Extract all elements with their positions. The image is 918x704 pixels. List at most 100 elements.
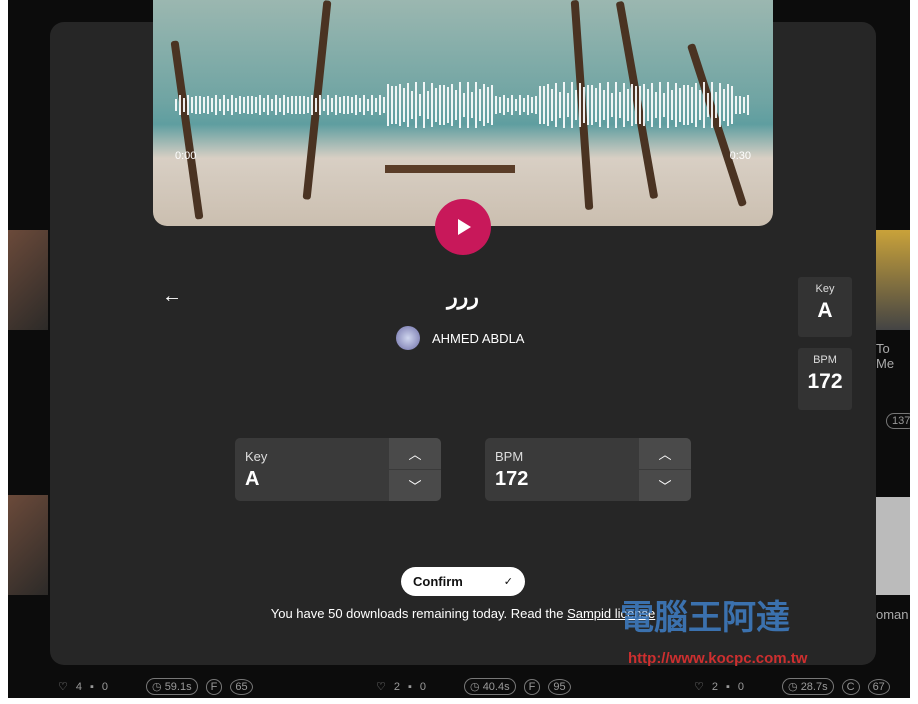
waveform-bar bbox=[227, 98, 229, 112]
chevron-down-icon: ﹀ bbox=[408, 479, 422, 494]
waveform-bar bbox=[515, 99, 517, 111]
waveform-bar bbox=[719, 82, 721, 128]
card-stats: ♡ 2 ▪ 0 ◷ 40.4s F 95 bbox=[376, 678, 571, 695]
bpm-increase-button[interactable]: ︿ bbox=[639, 438, 691, 469]
waveform-bar bbox=[311, 95, 313, 115]
waveform-bar bbox=[619, 91, 621, 119]
key-stepper[interactable]: Key A ︿ ﹀ bbox=[235, 438, 441, 501]
waveform-bar bbox=[451, 83, 453, 127]
waveform-bar bbox=[635, 86, 637, 124]
waveform-bar bbox=[627, 88, 629, 122]
waveform-bar bbox=[459, 82, 461, 128]
waveform-bar bbox=[203, 96, 205, 114]
waveform-bar bbox=[539, 85, 541, 125]
waveform-bar bbox=[435, 87, 437, 123]
waveform-bar bbox=[659, 82, 661, 128]
waveform-bar bbox=[467, 82, 469, 128]
waveform-bar bbox=[543, 86, 545, 124]
waveform-bar bbox=[199, 96, 201, 114]
waveform-bar bbox=[503, 95, 505, 115]
heart-icon[interactable]: ♡ bbox=[376, 680, 386, 693]
heart-icon[interactable]: ♡ bbox=[694, 680, 704, 693]
waveform-bar bbox=[307, 97, 309, 113]
count-badge: 95 bbox=[548, 678, 571, 695]
confirm-button[interactable]: Confirm ✓ bbox=[401, 567, 525, 596]
time-start: 0:00 bbox=[175, 150, 197, 162]
waveform[interactable] bbox=[175, 65, 751, 145]
waveform-bar bbox=[491, 85, 493, 125]
waveform-bar bbox=[695, 83, 697, 127]
waveform-bar bbox=[663, 93, 665, 117]
track-card-image[interactable] bbox=[8, 230, 48, 330]
waveform-bar bbox=[631, 84, 633, 126]
waveform-bar bbox=[671, 90, 673, 120]
waveform-bar bbox=[447, 86, 449, 124]
waveform-bar bbox=[339, 96, 341, 114]
waveform-bar bbox=[511, 95, 513, 115]
waveform-bar bbox=[291, 95, 293, 115]
key-decrease-button[interactable]: ﹀ bbox=[389, 470, 441, 501]
waveform-bar bbox=[643, 84, 645, 126]
waveform-bar bbox=[443, 85, 445, 125]
track-card-image[interactable] bbox=[8, 495, 48, 595]
waveform-bar bbox=[431, 83, 433, 127]
waveform-bar bbox=[519, 95, 521, 115]
artist-name: AHMED ABDLA bbox=[432, 330, 525, 346]
waveform-bar bbox=[567, 92, 569, 118]
waveform-bar bbox=[271, 99, 273, 111]
waveform-bar bbox=[675, 83, 677, 127]
waveform-bar bbox=[391, 86, 393, 124]
card-title: To Me bbox=[876, 341, 895, 371]
waveform-bar bbox=[411, 91, 413, 119]
waveform-bar bbox=[735, 96, 737, 114]
waveform-bar bbox=[747, 95, 749, 115]
waveform-bar bbox=[739, 95, 741, 115]
waveform-bar bbox=[255, 96, 257, 114]
cover-image: 0:00 0:30 bbox=[153, 0, 773, 226]
heart-icon[interactable]: ♡ bbox=[58, 680, 68, 693]
waveform-bar bbox=[331, 97, 333, 113]
waveform-bar bbox=[571, 82, 573, 128]
waveform-bar bbox=[599, 83, 601, 127]
waveform-bar bbox=[731, 86, 733, 124]
track-title: ررر bbox=[447, 284, 479, 309]
waveform-bar bbox=[299, 96, 301, 114]
bpm-decrease-button[interactable]: ﹀ bbox=[639, 470, 691, 501]
chevron-up-icon: ︿ bbox=[658, 447, 672, 462]
type-badge: F bbox=[205, 678, 223, 695]
waveform-bar bbox=[595, 87, 597, 123]
comment-icon: ▪ bbox=[90, 680, 94, 693]
waveform-bar bbox=[367, 98, 369, 112]
waveform-bar bbox=[615, 82, 617, 128]
waveform-bar bbox=[247, 96, 249, 114]
waveform-bar bbox=[343, 96, 345, 114]
card-stats: ♡ 2 ▪ 0 ◷ 28.7s C 67 bbox=[694, 678, 890, 695]
key-increase-button[interactable]: ︿ bbox=[389, 438, 441, 469]
play-button[interactable] bbox=[435, 199, 491, 255]
waveform-bar bbox=[243, 96, 245, 114]
waveform-bar bbox=[215, 95, 217, 115]
waveform-bar bbox=[507, 98, 509, 112]
waveform-bar bbox=[563, 82, 565, 128]
comment-icon: ▪ bbox=[408, 680, 412, 693]
waveform-bar bbox=[403, 88, 405, 122]
waveform-bar bbox=[239, 95, 241, 115]
waveform-bar bbox=[327, 95, 329, 115]
waveform-bar bbox=[551, 89, 553, 121]
waveform-bar bbox=[559, 92, 561, 118]
check-icon: ✓ bbox=[503, 576, 513, 588]
track-card-image[interactable] bbox=[876, 497, 910, 595]
waveform-bar bbox=[279, 98, 281, 112]
waveform-bar bbox=[679, 87, 681, 123]
track-card-image[interactable] bbox=[876, 230, 910, 330]
type-badge: C bbox=[841, 678, 860, 695]
waveform-bar bbox=[355, 95, 357, 115]
waveform-bar bbox=[259, 95, 261, 115]
back-arrow-icon[interactable]: ← bbox=[162, 285, 182, 308]
artist-link[interactable]: AHMED ABDLA bbox=[396, 326, 524, 350]
bpm-stepper[interactable]: BPM 172 ︿ ﹀ bbox=[485, 438, 691, 501]
waveform-bar bbox=[179, 95, 181, 115]
waveform-bar bbox=[347, 96, 349, 114]
duration-badge: ◷ 40.4s bbox=[464, 678, 516, 695]
waveform-bar bbox=[303, 95, 305, 115]
